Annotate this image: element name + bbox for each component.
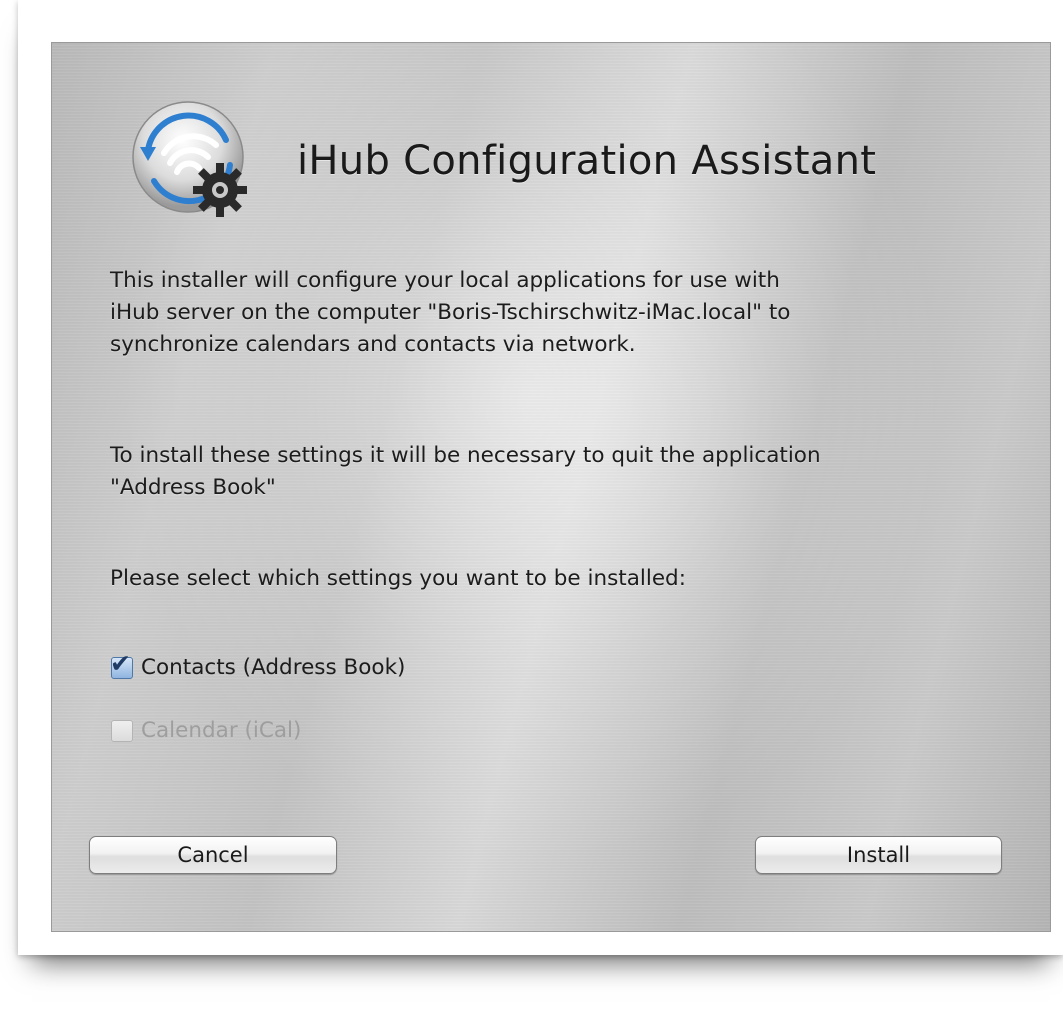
contacts-label[interactable]: Contacts (Address Book): [141, 655, 405, 680]
contacts-checkbox[interactable]: ✔: [110, 651, 133, 679]
checkmark-icon: ✔: [110, 648, 131, 678]
intro-line: iHub server on the computer "Boris-Tschi…: [110, 300, 791, 325]
dialog-title: iHub Configuration Assistant: [297, 138, 877, 184]
warning-line: To install these settings it will be nec…: [110, 443, 821, 468]
quit-warning-paragraph: To install these settings it will be nec…: [110, 440, 1010, 504]
cancel-button[interactable]: Cancel: [89, 836, 337, 874]
calendar-checkbox: [111, 719, 133, 742]
warning-line: "Address Book": [110, 475, 276, 500]
install-button[interactable]: Install: [755, 836, 1002, 874]
configuration-assistant-window: iHub Configuration Assistant This instal…: [51, 42, 1051, 932]
option-calendar: Calendar (iCal): [111, 718, 301, 743]
intro-line: synchronize calendars and contacts via n…: [110, 332, 636, 357]
intro-paragraph: This installer will configure your local…: [110, 265, 1010, 361]
calendar-label: Calendar (iCal): [141, 718, 302, 743]
ihub-wifi-gear-icon: [126, 95, 258, 227]
option-contacts[interactable]: ✔ Contacts (Address Book): [110, 651, 405, 681]
select-prompt: Please select which settings you want to…: [110, 566, 686, 591]
intro-line: This installer will configure your local…: [110, 268, 780, 293]
